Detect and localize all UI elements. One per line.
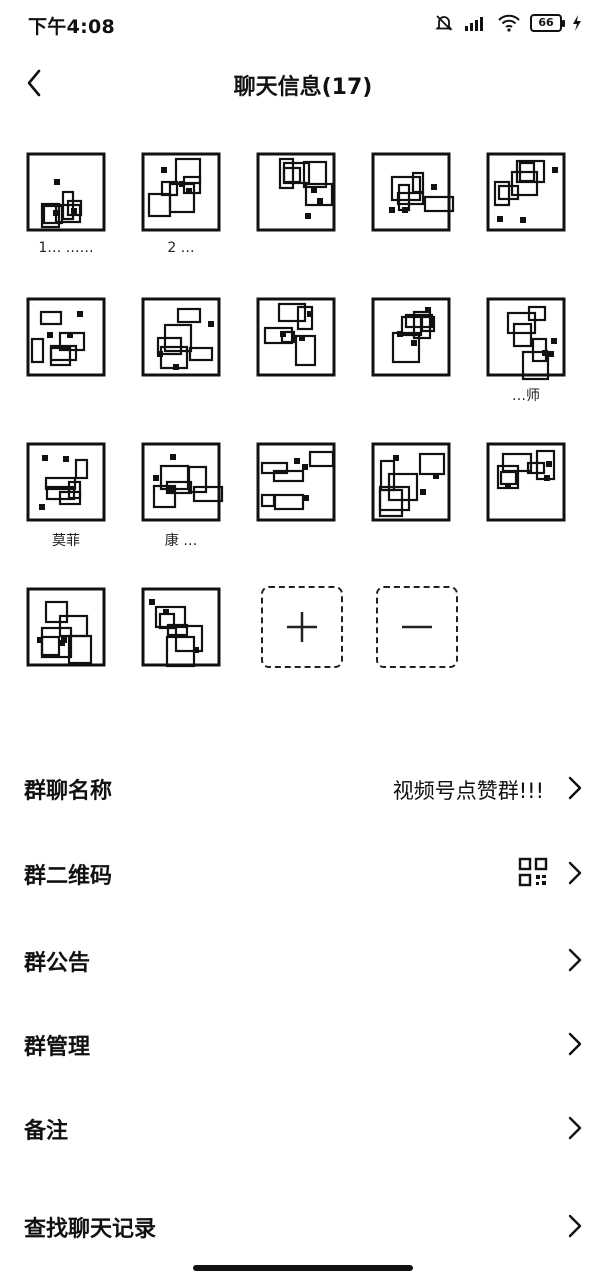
member-avatar — [137, 438, 225, 526]
group-name-row[interactable]: 群聊名称 视频号点赞群!!! — [0, 745, 606, 829]
member-avatar — [252, 148, 340, 236]
remove-member-button[interactable] — [376, 586, 458, 668]
page-title: 聊天信息(17) — [233, 75, 373, 100]
member-tile[interactable]: 莫菲 — [16, 430, 116, 570]
member-avatar — [252, 438, 340, 526]
group-name-value: 视频号点赞群!!! — [392, 779, 544, 803]
member-avatar — [482, 438, 570, 526]
member-avatar — [22, 438, 110, 526]
group-notice-row[interactable]: 群公告 — [0, 917, 606, 1001]
charging-bolt-icon — [573, 15, 581, 31]
add-member-button[interactable] — [261, 586, 343, 668]
member-avatar — [252, 293, 340, 381]
member-avatar — [482, 293, 570, 381]
member-tile[interactable] — [246, 140, 346, 280]
row-label: 群二维码 — [24, 864, 113, 889]
member-avatar — [367, 438, 455, 526]
chevron-right-icon — [568, 1116, 582, 1140]
plus-icon — [287, 612, 317, 642]
qr-code-icon — [518, 857, 548, 887]
member-tile[interactable]: 1… …… — [16, 140, 116, 280]
chevron-right-icon — [568, 1214, 582, 1238]
member-tile[interactable] — [361, 285, 461, 425]
member-tile[interactable] — [361, 140, 461, 280]
search-chat-history-row[interactable]: 查找聊天记录 — [0, 1183, 606, 1267]
member-tile[interactable] — [246, 430, 346, 570]
row-label: 群公告 — [24, 951, 91, 976]
status-icons: 66 — [434, 13, 582, 33]
battery-indicator: 66 — [530, 14, 565, 32]
member-name: 莫菲 — [52, 533, 80, 549]
signal-icon — [465, 17, 483, 31]
member-name: 2 … — [167, 240, 195, 256]
row-label: 群管理 — [24, 1035, 91, 1060]
chevron-right-icon — [568, 948, 582, 972]
member-tile[interactable] — [361, 430, 461, 570]
remark-row[interactable]: 备注 — [0, 1085, 606, 1169]
member-avatar — [367, 293, 455, 381]
chevron-right-icon — [568, 776, 582, 800]
home-indicator[interactable] — [193, 1265, 413, 1271]
group-management-row[interactable]: 群管理 — [0, 1001, 606, 1085]
group-qr-code-row[interactable]: 群二维码 — [0, 830, 606, 914]
member-tile[interactable] — [131, 575, 231, 715]
member-tile[interactable] — [476, 430, 576, 570]
row-label: 备注 — [24, 1119, 69, 1144]
member-avatar — [482, 148, 570, 236]
member-name: …师 — [512, 388, 540, 404]
status-time: 下午4:08 — [28, 16, 116, 38]
member-tile[interactable] — [16, 285, 116, 425]
chevron-right-icon — [568, 1032, 582, 1056]
header: 聊天信息(17) — [0, 55, 606, 115]
minus-icon — [402, 625, 432, 629]
member-tile[interactable] — [16, 575, 116, 715]
member-tile[interactable] — [246, 285, 346, 425]
member-avatar — [22, 583, 110, 671]
wifi-icon — [498, 14, 520, 32]
member-name: 1… …… — [38, 240, 94, 256]
chevron-right-icon — [568, 861, 582, 885]
mute-bell-icon — [435, 15, 453, 31]
member-tile[interactable] — [131, 285, 231, 425]
status-bar: 下午4:08 66 — [0, 0, 606, 50]
member-avatar — [137, 583, 225, 671]
member-tile[interactable] — [476, 140, 576, 280]
member-avatar — [367, 148, 455, 236]
member-name: 康 … — [164, 533, 198, 549]
member-tile[interactable]: …师 — [476, 285, 576, 425]
row-label: 查找聊天记录 — [24, 1217, 157, 1242]
row-label: 群聊名称 — [24, 779, 113, 804]
member-avatar — [22, 148, 110, 236]
member-tile[interactable]: 康 … — [131, 430, 231, 570]
member-avatar — [137, 148, 225, 236]
member-tile[interactable]: 2 … — [131, 140, 231, 280]
member-avatar — [137, 293, 225, 381]
member-avatar — [22, 293, 110, 381]
